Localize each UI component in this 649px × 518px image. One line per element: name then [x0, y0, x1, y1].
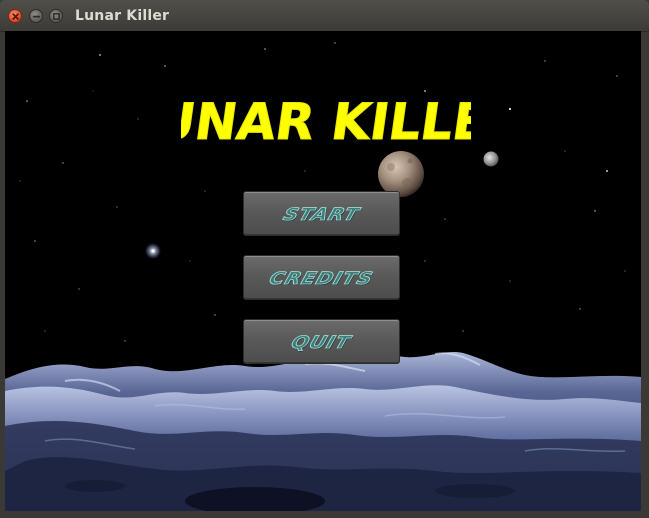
start-button-label: START — [280, 203, 363, 224]
game-logo: LUNAR KILLER — [181, 92, 471, 152]
title-bar[interactable]: Lunar Killer — [0, 0, 649, 32]
quit-button-label: QUIT — [289, 331, 355, 352]
maximize-window-button[interactable] — [49, 9, 63, 23]
start-button[interactable]: START — [243, 191, 400, 236]
maximize-icon — [53, 13, 60, 20]
app-window: Lunar Killer LUNAR KILLER START CREDITS … — [0, 0, 649, 518]
minimize-icon — [32, 15, 41, 18]
game-canvas[interactable]: LUNAR KILLER START CREDITS QUIT — [5, 31, 641, 511]
small-moon — [483, 151, 499, 167]
close-icon — [12, 13, 19, 20]
quit-button[interactable]: QUIT — [243, 319, 400, 364]
credits-button[interactable]: CREDITS — [243, 255, 400, 300]
minimize-window-button[interactable] — [29, 9, 43, 23]
logo-text: LUNAR KILLER — [181, 92, 471, 151]
close-window-button[interactable] — [8, 9, 22, 23]
credits-button-label: CREDITS — [266, 267, 377, 288]
window-title: Lunar Killer — [75, 8, 170, 24]
